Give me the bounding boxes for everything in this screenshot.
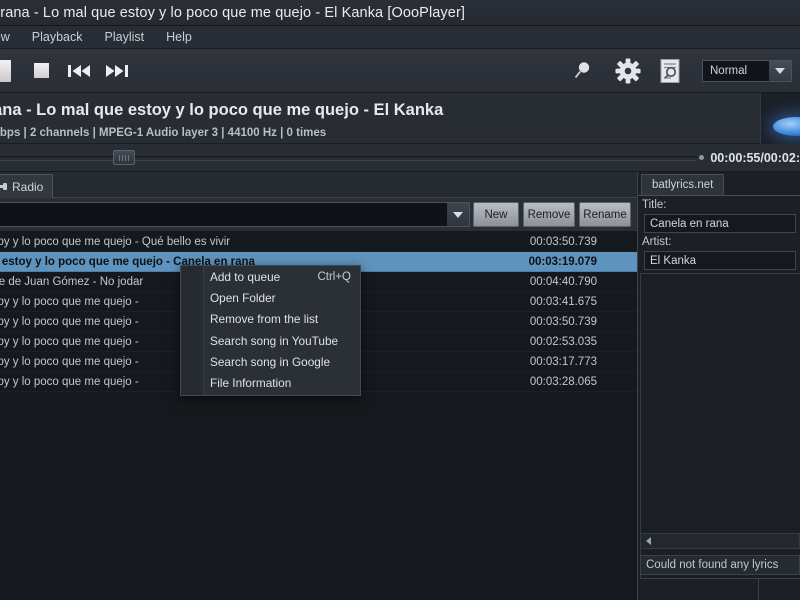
now-playing-metadata: 2 Kbps | 2 channels | MPEG-1 Audio layer… (0, 127, 327, 139)
next-icon (106, 64, 128, 77)
previous-button[interactable] (62, 56, 96, 86)
context-menu-item-label: Add to queue (210, 269, 281, 284)
next-button[interactable] (100, 56, 134, 86)
track-name: mal que estoy y lo poco que me quejo - Q… (0, 235, 231, 248)
context-menu-item-label: Search song in YouTube (210, 333, 339, 348)
playlist-controls: New Remove Rename (0, 198, 637, 232)
stop-icon (33, 63, 49, 78)
pause-button[interactable] (0, 56, 20, 86)
time-dot-icon (699, 155, 705, 160)
now-playing-title: n rana - Lo mal que estoy y lo poco que … (0, 101, 444, 119)
context-menu-item-label: File Information (210, 376, 292, 391)
visualizer-blob-icon (773, 117, 800, 136)
chevron-left-icon (645, 537, 651, 545)
lyrics-tab-underline (638, 195, 800, 196)
context-menu-item-label: Remove from the list (210, 312, 319, 327)
menu-item-playback[interactable]: Playback (21, 27, 94, 47)
artist-field[interactable]: El Kanka (644, 251, 796, 270)
lyrics-source-label: batlyrics.net (652, 179, 714, 191)
lyrics-panel-footer (640, 578, 800, 600)
playback-mode-arrow[interactable] (769, 60, 791, 81)
context-menu-item-shortcut: Ctrl+Q (317, 270, 351, 283)
seek-bar-row: 00:00:55/00:02: (0, 144, 800, 172)
context-menu-item-label: Open Folder (210, 290, 276, 305)
context-menu-item[interactable]: Search song in Google (181, 351, 360, 372)
radio-icon (0, 183, 7, 190)
artist-field-label: Artist: (642, 236, 672, 248)
playlist-combo-arrow[interactable] (447, 203, 469, 226)
visualizer (760, 93, 800, 144)
new-playlist-button[interactable]: New (473, 202, 519, 227)
playlist-tab-label: Radio (12, 179, 44, 194)
playlist-tab-radio[interactable]: Radio (0, 174, 54, 198)
time-display: 00:00:55/00:02: (710, 150, 800, 165)
context-menu-item[interactable]: File Information (181, 372, 360, 393)
window-title: n rana - Lo mal que estoy y lo poco que … (0, 4, 466, 21)
lyrics-text-area[interactable] (640, 273, 800, 600)
title-bar: n rana - Lo mal que estoy y lo poco que … (0, 0, 800, 26)
remove-playlist-button[interactable]: Remove (523, 202, 575, 227)
seek-groove (0, 155, 698, 161)
lyrics-status-bar: Could not found any lyrics (640, 555, 800, 575)
ooplayer-window: n rana - Lo mal que estoy y lo poco que … (0, 0, 800, 600)
search-icon (574, 61, 590, 78)
table-row[interactable]: mal que estoy y lo poco que me quejo - Q… (0, 232, 637, 252)
title-field-value: Canela en rana (650, 217, 729, 230)
menu-item-playlist[interactable]: Playlist (94, 27, 156, 47)
track-context-menu[interactable]: Add to queue Ctrl+Q Open Folder Remove from… (180, 265, 361, 396)
lyrics-source-tab[interactable]: batlyrics.net (641, 174, 725, 195)
lyrics-horizontal-scrollbar[interactable] (640, 533, 800, 549)
context-menu-item-label: Search song in Google (210, 354, 331, 369)
track-duration: 00:03:50.739 (529, 235, 597, 248)
toolbar-right-actions: Normal (566, 54, 800, 88)
context-menu-item[interactable]: Search song in YouTube (181, 330, 360, 351)
settings-button[interactable] (608, 54, 648, 88)
scroll-left-button[interactable] (641, 534, 655, 548)
chevron-down-icon (775, 67, 785, 74)
track-duration: 00:03:17.773 (529, 355, 597, 368)
search-button[interactable] (566, 54, 606, 88)
playback-mode-combo[interactable]: Normal (702, 59, 792, 82)
title-field-label: Title: (642, 199, 667, 211)
pause-icon (0, 59, 11, 82)
title-field[interactable]: Canela en rana (644, 214, 796, 233)
playlist-tab-bar: Radio (0, 172, 637, 198)
track-duration: 00:03:41.675 (529, 295, 597, 308)
document-search-icon (660, 58, 680, 83)
lyrics-search-button[interactable] (650, 54, 690, 88)
artist-field-value: El Kanka (650, 254, 697, 267)
track-duration: 00:03:19.079 (528, 255, 597, 268)
playback-mode-value: Normal (710, 64, 748, 77)
context-menu-item[interactable]: Open Folder (181, 287, 360, 308)
transport-controls (0, 56, 138, 86)
previous-icon (68, 64, 90, 77)
menu-bar: iew Playback Playlist Help (0, 26, 800, 49)
rename-playlist-button[interactable]: Rename (579, 202, 631, 227)
track-duration: 00:02:53.035 (529, 335, 597, 348)
seek-slider[interactable] (0, 145, 698, 171)
menu-item-view[interactable]: iew (0, 27, 21, 47)
now-playing-info: n rana - Lo mal que estoy y lo poco que … (0, 93, 760, 144)
seek-handle[interactable] (113, 149, 136, 165)
track-duration: 00:03:28.065 (529, 375, 597, 388)
context-menu-item[interactable]: Add to queue Ctrl+Q (181, 266, 360, 287)
toolbar: Normal (0, 49, 800, 93)
chevron-down-icon (453, 211, 463, 218)
context-menu-item[interactable]: Remove from the list (181, 309, 360, 330)
stop-button[interactable] (24, 56, 58, 86)
lyrics-panel: batlyrics.net Title: Canela en rana Arti… (637, 172, 800, 600)
track-duration: 00:03:50.739 (529, 315, 597, 328)
menu-item-help[interactable]: Help (155, 27, 203, 47)
lyrics-status-text: Could not found any lyrics (646, 559, 779, 571)
track-duration: 00:04:40.790 (529, 275, 597, 288)
gear-icon (615, 58, 641, 83)
playlist-select-combo[interactable] (0, 202, 470, 227)
